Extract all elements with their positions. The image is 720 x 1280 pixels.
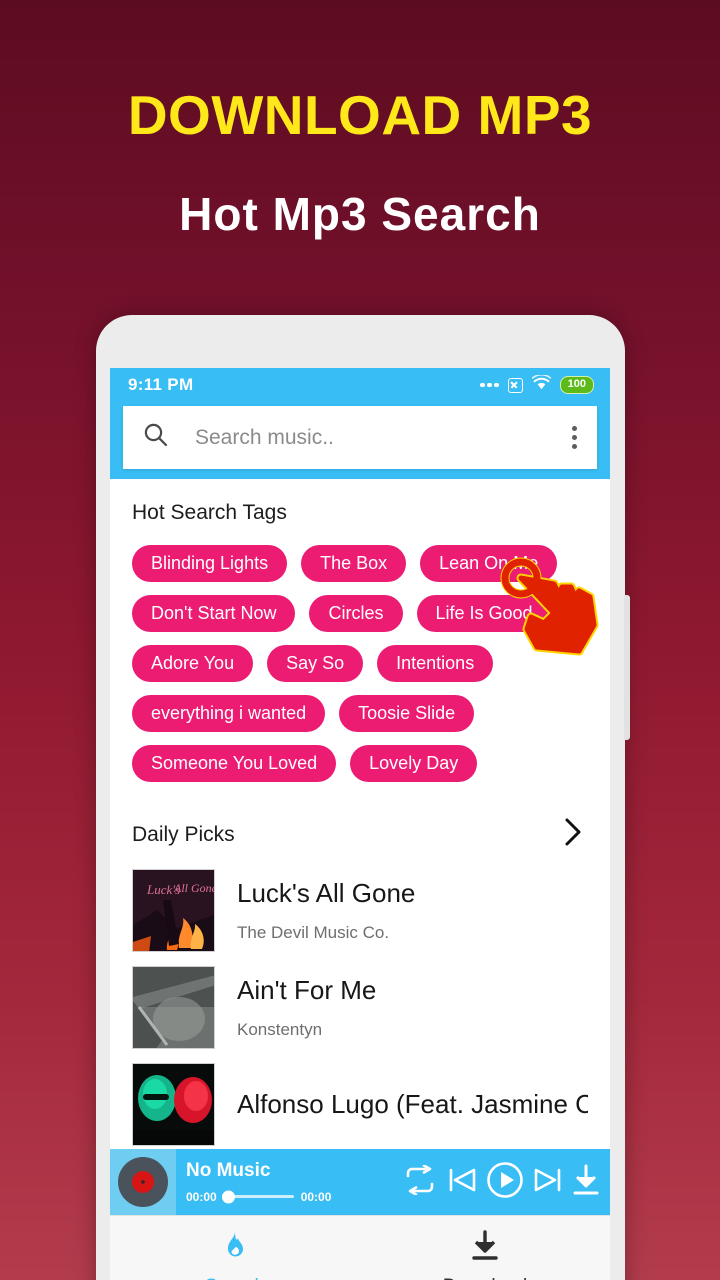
- seek-thumb[interactable]: [221, 1190, 235, 1203]
- app-bar: 9:11 PM 100 Search music..: [110, 368, 610, 479]
- status-time: 9:11 PM: [128, 375, 194, 394]
- song-list-item[interactable]: Alfonso Lugo (Feat. Jasmine C...: [132, 1063, 588, 1146]
- song-title: Alfonso Lugo (Feat. Jasmine C...: [237, 1089, 588, 1119]
- play-icon[interactable]: [486, 1161, 524, 1204]
- tag-chip[interactable]: The Box: [301, 545, 407, 582]
- svg-text:All Gone: All Gone: [173, 881, 215, 895]
- daily-picks-header: Daily Picks: [132, 814, 588, 855]
- promo-subtitle: Hot Mp3 Search: [179, 188, 541, 240]
- download-icon: [470, 1230, 500, 1267]
- phone-mockup: 9:11 PM 100 Search music.. Hot Search Ta…: [96, 315, 630, 1280]
- no-sim-icon: [507, 377, 523, 393]
- mini-player[interactable]: No Music 00:00 00:00: [110, 1149, 610, 1215]
- promo-banner: DOWNLOAD MP3 Hot Mp3 Search: [0, 0, 720, 240]
- battery-icon: 100: [559, 376, 594, 394]
- song-list-item[interactable]: Ain't For Me Konstentyn: [132, 966, 588, 1049]
- song-artist: The Devil Music Co.: [237, 923, 390, 942]
- tag-chip[interactable]: Don't Start Now: [132, 595, 296, 632]
- nav-label-search: Search: [205, 1276, 265, 1280]
- tag-chip[interactable]: Toosie Slide: [339, 695, 475, 732]
- search-input[interactable]: Search music..: [195, 426, 566, 450]
- tag-chip[interactable]: Lean On Me: [420, 545, 558, 582]
- next-icon[interactable]: [533, 1165, 563, 1200]
- tag-chip[interactable]: Circles: [309, 595, 403, 632]
- phone-screen: 9:11 PM 100 Search music.. Hot Search Ta…: [110, 368, 610, 1280]
- song-artist: Konstentyn: [237, 1020, 323, 1039]
- vinyl-record-icon: [110, 1149, 176, 1215]
- tag-chip[interactable]: Adore You: [132, 645, 254, 682]
- player-controls: [356, 1161, 600, 1204]
- nav-item-search[interactable]: Search: [110, 1216, 360, 1280]
- player-info: No Music 00:00 00:00: [176, 1161, 356, 1204]
- tag-chip[interactable]: Intentions: [377, 645, 494, 682]
- teal-red-portrait-album-art: [132, 1063, 215, 1146]
- more-dots-icon: [480, 382, 499, 388]
- daily-picks-section: Daily Picks Luck's All Gone Luck's All G…: [110, 814, 610, 1146]
- promo-title: DOWNLOAD MP3: [127, 84, 593, 146]
- song-list-item[interactable]: Luck's All Gone Luck's All Gone The Devi…: [132, 869, 588, 952]
- bottom-navigation: Search Download: [110, 1215, 610, 1280]
- nav-label-download: Download: [443, 1276, 528, 1280]
- tag-chip[interactable]: everything i wanted: [132, 695, 326, 732]
- repeat-icon[interactable]: [402, 1163, 438, 1200]
- tag-chip[interactable]: Lovely Day: [350, 745, 478, 782]
- seek-slider[interactable]: [221, 1190, 294, 1203]
- tag-chip[interactable]: Say So: [267, 645, 364, 682]
- search-bar[interactable]: Search music..: [123, 406, 597, 469]
- flame-icon: [222, 1230, 248, 1267]
- status-icons: 100: [480, 374, 594, 395]
- player-seek[interactable]: 00:00 00:00: [186, 1190, 356, 1204]
- download-icon[interactable]: [572, 1164, 600, 1201]
- tag-chip[interactable]: Life Is Good: [416, 595, 552, 632]
- song-title: Ain't For Me: [237, 975, 377, 1005]
- chevron-right-icon[interactable]: [558, 814, 588, 855]
- nav-item-download[interactable]: Download: [360, 1216, 610, 1280]
- kebab-menu-icon[interactable]: [566, 422, 583, 453]
- song-meta: Ain't For Me Konstentyn: [237, 975, 588, 1040]
- daily-picks-heading: Daily Picks: [132, 822, 235, 846]
- wifi-icon: [531, 374, 551, 395]
- song-title: Luck's All Gone: [237, 878, 416, 908]
- hot-search-tags-heading: Hot Search Tags: [132, 501, 287, 524]
- song-meta: Luck's All Gone The Devil Music Co.: [237, 878, 588, 943]
- player-song-title: No Music: [186, 1159, 271, 1181]
- search-icon: [143, 422, 169, 453]
- status-bar: 9:11 PM 100: [110, 368, 610, 402]
- fire-album-art: Luck's All Gone: [132, 869, 215, 952]
- previous-icon[interactable]: [447, 1165, 477, 1200]
- tag-chip[interactable]: Someone You Loved: [132, 745, 337, 782]
- foggy-window-album-art: [132, 966, 215, 1049]
- player-total-time: 00:00: [300, 1189, 332, 1204]
- hot-search-tags-section: Hot Search Tags Blinding Lights The Box …: [110, 501, 610, 782]
- tag-chip[interactable]: Blinding Lights: [132, 545, 288, 582]
- player-current-time: 00:00: [186, 1189, 217, 1204]
- phone-side-button: [624, 595, 630, 740]
- song-meta: Alfonso Lugo (Feat. Jasmine C...: [237, 1089, 588, 1120]
- tag-list: Blinding Lights The Box Lean On Me Don't…: [132, 545, 599, 782]
